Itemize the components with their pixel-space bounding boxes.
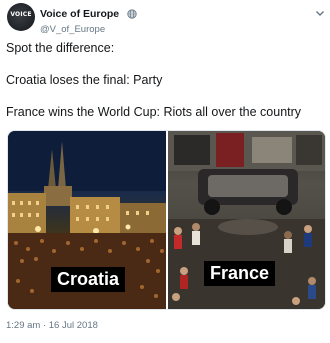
author-names: Voice of Europe @V_of_Europe [40,5,137,35]
tweet-line: Spot the difference: [6,41,115,55]
france-photo: France [168,131,325,309]
tweet-header: VOICE Voice of Europe @V_of_Europe [5,2,325,35]
tweet-media[interactable]: Croatia France [7,130,326,310]
chevron-down-icon[interactable] [315,8,325,18]
tweet-line: France wins the World Cup: Riots all ove… [6,105,302,119]
globe-icon [126,9,137,19]
croatia-label: Croatia [51,267,126,292]
handle[interactable]: @V_of_Europe [40,24,137,35]
timestamp[interactable]: 1:29 am · 16 Jul 2018 [6,320,98,331]
france-label: France [204,261,276,286]
croatia-photo: Croatia [8,131,166,309]
avatar-logo-text: VOICE [10,11,32,18]
display-name[interactable]: Voice of Europe [40,8,119,20]
tweet-line: Croatia loses the final: Party [6,73,163,87]
tweet-text: Spot the difference: Croatia loses the f… [6,40,324,136]
avatar[interactable]: VOICE [7,3,35,31]
